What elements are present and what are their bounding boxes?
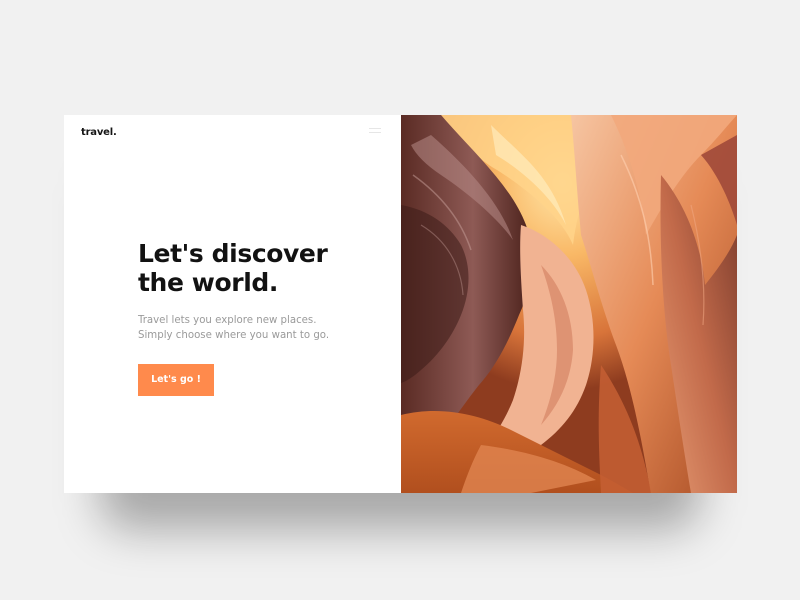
subtitle-line-1: Travel lets you explore new places. (138, 315, 317, 326)
landing-card: travel. Let's discover the world. Travel… (64, 115, 737, 493)
menu-icon[interactable] (369, 128, 381, 136)
subtitle: Travel lets you explore new places. Simp… (138, 313, 378, 343)
hero-content: Let's discover the world. Travel lets yo… (138, 239, 378, 343)
hero-panel: travel. Let's discover the world. Travel… (64, 115, 401, 493)
canyon-image (401, 115, 737, 493)
lets-go-button[interactable]: Let's go ! (138, 364, 214, 396)
page: travel. Let's discover the world. Travel… (0, 0, 800, 600)
canyon-illustration (401, 115, 737, 493)
brand-logo[interactable]: travel. (81, 127, 117, 138)
headline: Let's discover the world. (138, 239, 378, 297)
subtitle-line-2: Simply choose where you want to go. (138, 330, 330, 341)
headline-line-2: the world. (138, 268, 278, 297)
headline-line-1: Let's discover (138, 239, 328, 268)
